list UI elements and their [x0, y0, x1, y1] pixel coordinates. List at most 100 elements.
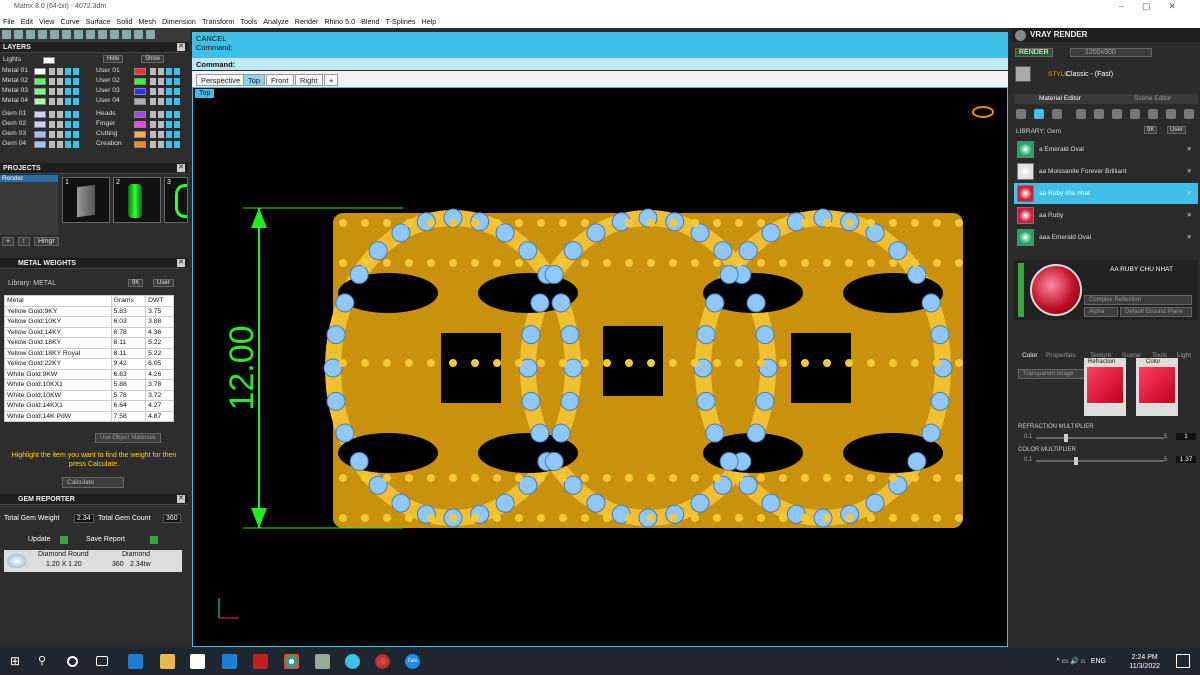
expand-handle[interactable]: [1018, 263, 1024, 317]
menu-item[interactable]: Surface: [83, 14, 114, 26]
vray-icon[interactable]: [375, 654, 390, 669]
project-thumb-1[interactable]: 1: [62, 177, 110, 223]
layer-row[interactable]: Metal 04: [2, 97, 92, 106]
lock-icon[interactable]: [150, 98, 156, 105]
metal-table[interactable]: Metal Grams DWT Yellow Gold:9KY 5.83 3.75 Yel…: [4, 295, 174, 422]
lib-9k-button[interactable]: 9K: [1144, 126, 1158, 134]
visibility-icon[interactable]: [57, 98, 63, 105]
tab-view[interactable]: +: [324, 74, 339, 86]
project-thumb-2[interactable]: 2: [113, 177, 161, 223]
visibility-icon[interactable]: [57, 88, 63, 95]
add-icon[interactable]: +: [2, 237, 15, 246]
search-icon[interactable]: ⚲: [38, 654, 53, 669]
viewport-label[interactable]: Top: [195, 89, 215, 98]
layer-icon[interactable]: [73, 68, 79, 75]
visibility-icon[interactable]: [158, 141, 164, 148]
store-icon[interactable]: [190, 654, 205, 669]
menu-item[interactable]: View: [36, 14, 57, 26]
layer-row[interactable]: Metal 01: [2, 67, 92, 76]
visibility-icon[interactable]: [57, 111, 63, 118]
close-icon[interactable]: ✕: [177, 164, 185, 172]
visibility-icon[interactable]: [158, 121, 164, 128]
chrome-icon[interactable]: [284, 654, 299, 669]
tab-material-editor[interactable]: Material Editor: [1039, 95, 1081, 102]
layer-icon[interactable]: [166, 141, 172, 148]
table-row[interactable]: Yellow Gold:9KY 5.83 3.75: [4, 305, 174, 317]
up-icon[interactable]: ↑: [18, 237, 30, 246]
layer-color-swatch[interactable]: [34, 98, 46, 105]
play-icon[interactable]: [60, 536, 68, 544]
refraction-value[interactable]: 1: [1176, 433, 1196, 440]
resolution-field[interactable]: 1200x900: [1070, 48, 1152, 57]
layer-icon[interactable]: [73, 131, 79, 138]
close-icon[interactable]: ✕: [1187, 211, 1192, 219]
layer-row[interactable]: Metal 03: [2, 87, 92, 96]
update-button[interactable]: Update: [28, 536, 51, 543]
layer-icon[interactable]: [166, 78, 172, 85]
tab-view[interactable]: Perspective: [196, 74, 246, 86]
table-row[interactable]: White Gold:14KX1 6.64 4.27: [4, 400, 174, 412]
menu-item[interactable]: Render: [292, 14, 322, 26]
close-icon[interactable]: ✕: [177, 495, 185, 503]
lock-icon[interactable]: [49, 111, 55, 118]
close-icon[interactable]: ✕: [1187, 167, 1192, 175]
layer-icon[interactable]: [65, 141, 71, 148]
lights-swatch[interactable]: [43, 57, 55, 64]
style-value[interactable]: Classic - (Fast): [1066, 71, 1113, 78]
matrix-icon[interactable]: [345, 654, 360, 669]
windows-start-icon[interactable]: ⊞: [10, 654, 25, 669]
layer-icon[interactable]: [166, 131, 172, 138]
user-button[interactable]: User: [153, 279, 174, 287]
layer-color-swatch[interactable]: [134, 68, 146, 75]
layer-icon[interactable]: [73, 98, 79, 105]
menu-item[interactable]: Mesh: [135, 14, 159, 26]
layer-color-swatch[interactable]: [134, 88, 146, 95]
layer-icon[interactable]: [73, 88, 79, 95]
notification-icon[interactable]: [1176, 654, 1190, 668]
lock-icon[interactable]: [49, 98, 55, 105]
layer-icon[interactable]: [166, 121, 172, 128]
menu-item[interactable]: Curve: [57, 14, 82, 26]
command-input[interactable]: Command:: [192, 58, 1008, 70]
layer-icon[interactable]: [65, 78, 71, 85]
viewport-top[interactable]: 12.00: [192, 87, 1008, 647]
visibility-icon[interactable]: [158, 78, 164, 85]
sub-tab[interactable]: Texture: [1090, 352, 1111, 359]
menu-item[interactable]: Edit: [18, 14, 36, 26]
lib-user-button[interactable]: User: [1167, 126, 1186, 134]
layer-color-swatch[interactable]: [134, 111, 146, 118]
visibility-icon[interactable]: [158, 68, 164, 75]
alpha-select[interactable]: Alpha: [1084, 307, 1118, 317]
project-list[interactable]: Render: [0, 175, 58, 235]
color-value[interactable]: 1.37: [1176, 456, 1196, 463]
layer-row[interactable]: User 03: [96, 87, 186, 96]
play-icon[interactable]: [150, 536, 158, 544]
window-controls[interactable]: –▢✕: [1119, 1, 1194, 12]
lock-icon[interactable]: [49, 68, 55, 75]
refraction-swatch[interactable]: Refraction: [1084, 358, 1126, 416]
tray-icons[interactable]: ^ ▭ 🔊 ⌂: [1056, 657, 1085, 665]
edge-icon[interactable]: [128, 654, 143, 669]
layer-color-swatch[interactable]: [34, 68, 46, 75]
tab-scene-editor[interactable]: Scene Editor: [1134, 95, 1171, 102]
layer-row[interactable]: Heads: [96, 110, 186, 119]
hide-button[interactable]: Hide: [103, 55, 124, 63]
menu-item[interactable]: File: [0, 14, 18, 26]
sub-tab[interactable]: Properties: [1046, 352, 1076, 359]
sub-tab[interactable]: Tools: [1152, 352, 1167, 359]
lock-icon[interactable]: [150, 78, 156, 85]
lock-icon[interactable]: [150, 88, 156, 95]
layer-icon[interactable]: [65, 121, 71, 128]
app-icon[interactable]: [253, 654, 268, 669]
layer-row[interactable]: Metal 02: [2, 77, 92, 86]
tab-view[interactable]: Top: [243, 74, 266, 86]
zalo-icon[interactable]: Zalo: [405, 654, 420, 669]
layer-row[interactable]: User 01: [96, 67, 186, 76]
layer-row[interactable]: Creation: [96, 140, 186, 149]
layer-color-swatch[interactable]: [134, 131, 146, 138]
table-row[interactable]: Yellow Gold:22KY 9.42 6.05: [4, 358, 174, 370]
layer-icon[interactable]: [73, 121, 79, 128]
layer-color-swatch[interactable]: [34, 141, 46, 148]
lock-icon[interactable]: [150, 68, 156, 75]
close-icon[interactable]: ✕: [1187, 145, 1192, 153]
